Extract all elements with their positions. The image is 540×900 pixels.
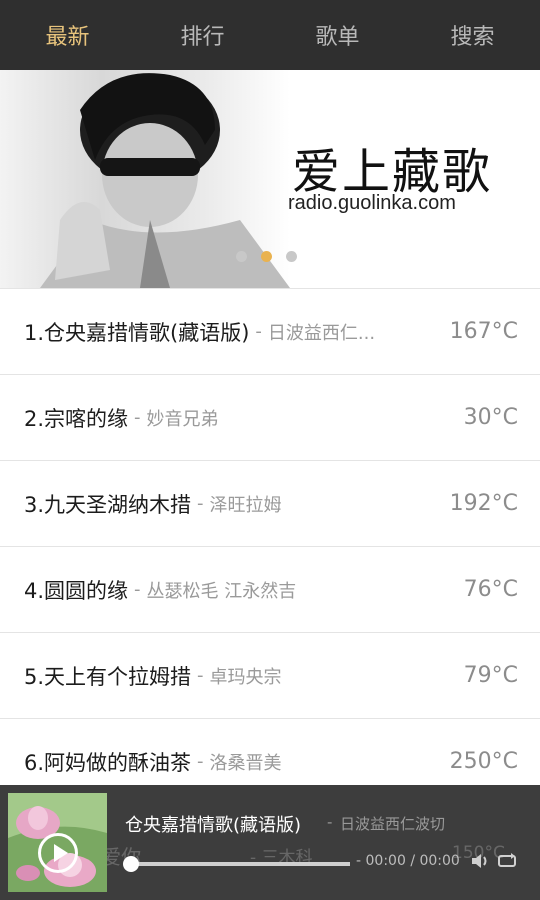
tab-ranking[interactable]: 排行 — [135, 0, 270, 70]
song-heat: 192°C — [449, 491, 518, 516]
song-artist: 卓玛央宗 — [209, 666, 282, 688]
song-artist: 洛桑晋美 — [209, 752, 282, 774]
song-row-2[interactable]: 2.宗喀的缘 - 妙音兄弟 30°C — [0, 374, 540, 460]
song-heat: 250°C — [449, 749, 518, 774]
song-row-1[interactable]: 1.仓央嘉措情歌(藏语版) - 日波益西仁... 167°C — [0, 288, 540, 374]
song-artist: 泽旺拉姆 — [209, 494, 282, 516]
song-artist: 日波益西仁... — [267, 322, 376, 344]
now-playing-separator: - — [327, 813, 333, 831]
tab-latest[interactable]: 最新 — [0, 0, 135, 70]
carousel-dot[interactable] — [236, 251, 247, 262]
song-separator: - — [197, 493, 204, 514]
playback-time: - 00:00 / 00:00 — [356, 853, 460, 869]
song-separator: - — [134, 579, 141, 600]
current-time: - 00:00 — [356, 853, 406, 869]
song-separator: - — [197, 751, 204, 772]
song-artist: 丛瑟松毛 江永然吉 — [146, 580, 297, 602]
song-heat: 167°C — [449, 319, 518, 344]
volume-icon[interactable] — [470, 851, 492, 871]
progress-knob[interactable] — [123, 856, 139, 872]
banner-url: radio.guolinka.com — [288, 192, 456, 214]
banner-carousel[interactable]: 爱上藏歌 radio.guolinka.com — [0, 70, 540, 288]
song-heat: 76°C — [463, 577, 518, 602]
song-list: 1.仓央嘉措情歌(藏语版) - 日波益西仁... 167°C 2.宗喀的缘 - … — [0, 288, 540, 804]
top-tab-bar: 最新 排行 歌单 搜索 — [0, 0, 540, 70]
song-row-3[interactable]: 3.九天圣湖纳木措 - 泽旺拉姆 192°C — [0, 460, 540, 546]
song-title: 2.宗喀的缘 — [24, 406, 129, 431]
song-row-5[interactable]: 5.天上有个拉姆措 - 卓玛央宗 79°C — [0, 632, 540, 718]
song-separator: - — [197, 665, 204, 686]
carousel-dot-active[interactable] — [261, 251, 272, 262]
now-playing-artist: 日波益西仁波切 — [340, 815, 446, 833]
song-title: 3.九天圣湖纳木措 — [24, 492, 192, 517]
song-heat: 30°C — [463, 405, 518, 430]
song-title: 5.天上有个拉姆措 — [24, 664, 192, 689]
now-playing-title: 仓央嘉措情歌(藏语版) — [125, 815, 302, 836]
tab-search[interactable]: 搜索 — [405, 0, 540, 70]
song-row-4[interactable]: 4.圆圆的缘 - 丛瑟松毛 江永然吉 76°C — [0, 546, 540, 632]
song-heat: 79°C — [463, 663, 518, 688]
repeat-mode-icon[interactable] — [496, 851, 518, 871]
now-playing-bar[interactable]: 7.我爱你 - 三木科 150°C 仓央嘉措情歌(藏语版) - 日波益西仁波切 … — [0, 785, 540, 900]
tab-playlist[interactable]: 歌单 — [270, 0, 405, 70]
progress-bar[interactable] — [123, 856, 350, 872]
song-separator: - — [134, 407, 141, 428]
song-title: 1.仓央嘉措情歌(藏语版) — [24, 320, 250, 345]
carousel-indicator — [236, 251, 297, 262]
total-time: 00:00 — [419, 853, 460, 869]
song-artist: 妙音兄弟 — [146, 408, 219, 430]
song-title: 4.圆圆的缘 — [24, 578, 129, 603]
play-button[interactable] — [38, 833, 78, 873]
carousel-dot[interactable] — [286, 251, 297, 262]
song-separator: - — [255, 321, 262, 342]
song-title: 6.阿妈做的酥油茶 — [24, 750, 192, 775]
album-cover[interactable] — [8, 793, 107, 892]
